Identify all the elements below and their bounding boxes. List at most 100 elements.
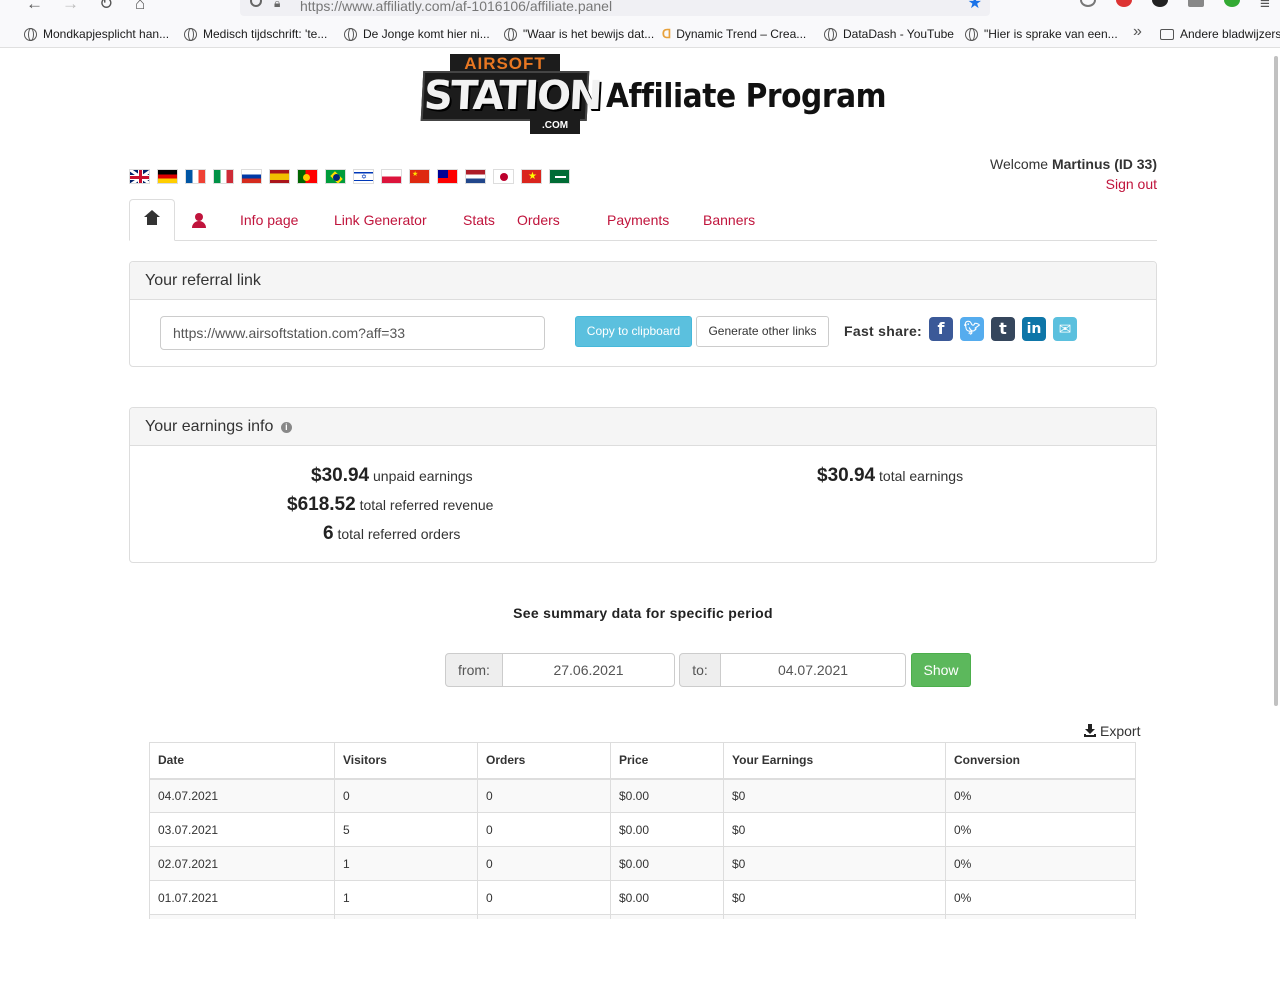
tab-profile[interactable] <box>192 199 206 241</box>
profile-icon[interactable] <box>1224 0 1240 7</box>
flag-saudi-arabia-icon[interactable] <box>549 169 570 184</box>
twitter-icon[interactable]: 🐦︎ <box>960 317 984 341</box>
tab-home[interactable] <box>129 199 175 241</box>
page-scrollbar[interactable] <box>1270 48 1280 920</box>
unpaid-earnings: $30.94 unpaid earnings <box>311 465 473 487</box>
column-header-price[interactable]: Price <box>610 742 724 780</box>
bookmark-item[interactable]: Medisch tijdschrift: 'te... <box>184 27 327 41</box>
flag-poland-icon[interactable] <box>381 169 402 184</box>
tab-stats[interactable]: Stats <box>463 199 495 241</box>
globe-icon <box>504 27 517 41</box>
sign-out-link[interactable]: Sign out <box>1106 176 1157 192</box>
copy-to-clipboard-button[interactable]: Copy to clipboard <box>575 316 692 347</box>
tab-orders[interactable]: Orders <box>517 199 560 241</box>
airsoft-station-logo[interactable]: AIRSOFT STATION .COM <box>420 54 602 138</box>
tumblr-icon[interactable]: t <box>991 317 1015 341</box>
tab-payments[interactable]: Payments <box>607 199 669 241</box>
bookmarks-bar: Mondkapjesplicht han... Medisch tijdschr… <box>0 20 1280 48</box>
welcome-text: Welcome Martinus (ID 33) <box>990 156 1157 172</box>
bookmark-item[interactable]: "Waar is het bewijs dat... <box>504 27 654 41</box>
table-row: 01.07.2021 1 0 $0.00 $0 0% <box>149 880 1136 915</box>
to-label: to: <box>679 653 721 687</box>
other-bookmarks[interactable]: Andere bladwijzers <box>1160 27 1280 41</box>
flag-uk-icon[interactable] <box>129 169 150 184</box>
cell-date: 01.07.2021 <box>149 880 335 915</box>
total-referred-revenue: $618.52 total referred revenue <box>287 494 493 516</box>
table-row: 02.07.2021 1 0 $0.00 $0 0% <box>149 846 1136 881</box>
download-icon <box>1084 724 1096 737</box>
cell-earnings: $0 <box>723 778 946 813</box>
bookmark-item[interactable]: "Hier is sprake van een... <box>965 27 1118 41</box>
email-icon[interactable]: ✉ <box>1053 317 1077 341</box>
bookmark-item[interactable]: Mondkapjesplicht han... <box>24 27 169 41</box>
language-flags: ✡ ★ ★ <box>129 169 577 184</box>
referral-panel-heading: Your referral link <box>130 262 1156 300</box>
dynamic-trend-icon: ᗡ <box>662 27 672 41</box>
extension-icon[interactable] <box>1152 0 1168 7</box>
column-header-date[interactable]: Date <box>149 742 335 780</box>
bookmark-item[interactable]: ᗡ Dynamic Trend – Crea... <box>662 27 806 41</box>
earnings-panel-heading: Your earnings info i <box>130 408 1156 446</box>
info-icon[interactable]: i <box>280 422 292 433</box>
tab-banners[interactable]: Banners <box>703 199 755 241</box>
menu-icon[interactable]: ≡ <box>1260 0 1270 14</box>
earnings-panel: Your earnings info i $30.94 unpaid earni… <box>129 407 1157 563</box>
reload-icon[interactable]: ↻ <box>99 0 113 14</box>
generate-other-links-button[interactable]: Generate other links <box>696 316 829 347</box>
cell-orders: 0 <box>477 778 611 813</box>
column-header-your-earnings[interactable]: Your Earnings <box>723 742 946 780</box>
forward-icon[interactable]: → <box>62 0 79 14</box>
library-icon[interactable] <box>1188 0 1204 7</box>
flag-taiwan-icon[interactable] <box>437 169 458 184</box>
flag-japan-icon[interactable] <box>493 169 514 184</box>
linkedin-icon[interactable]: in <box>1022 317 1046 341</box>
total-earnings: $30.94 total earnings <box>817 465 963 487</box>
export-label: Export <box>1100 723 1141 739</box>
flag-france-icon[interactable] <box>185 169 206 184</box>
flag-russia-icon[interactable] <box>241 169 262 184</box>
column-header-visitors[interactable]: Visitors <box>334 742 478 780</box>
globe-icon <box>24 27 37 41</box>
back-icon[interactable]: ← <box>26 0 43 14</box>
browser-home-icon[interactable]: ⌂ <box>135 0 145 14</box>
flag-china-icon[interactable]: ★ <box>409 169 430 184</box>
flag-netherlands-icon[interactable] <box>465 169 486 184</box>
tab-link-generator[interactable]: Link Generator <box>334 199 427 241</box>
flag-italy-icon[interactable] <box>213 169 234 184</box>
flag-spain-icon[interactable] <box>269 169 290 184</box>
cell-orders <box>477 914 611 919</box>
facebook-icon[interactable]: f <box>929 317 953 341</box>
cell-earnings: $0 <box>723 880 946 915</box>
extension-icon[interactable] <box>1116 0 1132 7</box>
unpaid-earnings-value: $30.94 <box>311 465 370 486</box>
total-referred-orders-value: 6 <box>323 523 334 544</box>
logo-main-text: STATION <box>420 71 602 121</box>
address-bar[interactable]: 🔒︎ https://www.affiliatly.com/af-1016106… <box>240 0 990 16</box>
pocket-icon[interactable] <box>1080 0 1096 7</box>
referral-link-input[interactable]: https://www.airsoftstation.com?aff=33 <box>160 316 545 350</box>
show-button[interactable]: Show <box>911 653 971 687</box>
column-header-conversion[interactable]: Conversion <box>945 742 1136 780</box>
stats-table-container: Date Visitors Orders Price Your Earnings… <box>149 742 1136 919</box>
chevron-right-icon[interactable]: » <box>1133 23 1142 41</box>
globe-icon <box>344 27 357 41</box>
export-link[interactable]: Export <box>1084 723 1140 739</box>
flag-portugal-icon[interactable] <box>297 169 318 184</box>
to-date-input[interactable]: 04.07.2021 <box>720 653 906 687</box>
flag-vietnam-icon[interactable]: ★ <box>521 169 542 184</box>
column-header-orders[interactable]: Orders <box>477 742 611 780</box>
bookmark-item[interactable]: De Jonge komt hier ni... <box>344 27 490 41</box>
referral-panel: Your referral link https://www.airsoftst… <box>129 261 1157 367</box>
flag-germany-icon[interactable] <box>157 169 178 184</box>
cell-price: $0.00 <box>610 880 724 915</box>
total-referred-orders: 6 total referred orders <box>323 523 460 545</box>
bookmark-star-icon[interactable]: ★ <box>968 0 982 13</box>
tab-info-page[interactable]: Info page <box>240 199 298 241</box>
bookmark-item[interactable]: DataDash - YouTube <box>824 27 954 41</box>
stats-table: Date Visitors Orders Price Your Earnings… <box>149 742 1136 919</box>
browser-toolbar: ← → ↻ ⌂ 🔒︎ https://www.affiliatly.com/af… <box>0 0 1280 20</box>
cell-conversion: 0% <box>945 846 1136 881</box>
from-date-input[interactable]: 27.06.2021 <box>502 653 675 687</box>
flag-israel-icon[interactable]: ✡ <box>353 169 374 184</box>
flag-brazil-icon[interactable] <box>325 169 346 184</box>
